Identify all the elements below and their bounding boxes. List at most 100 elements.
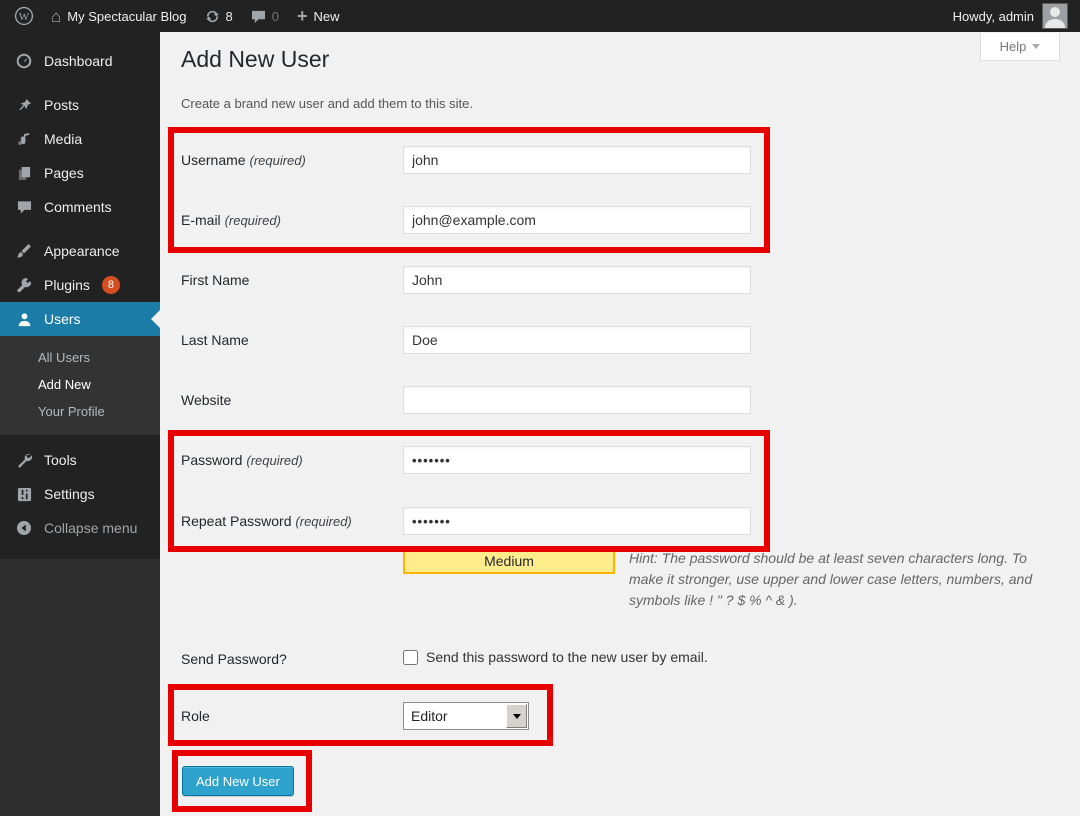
account-menu[interactable]: Howdy, admin bbox=[944, 0, 1068, 32]
comments-icon bbox=[14, 200, 34, 214]
sliders-icon bbox=[14, 487, 34, 502]
dashboard-icon bbox=[14, 53, 34, 69]
first-name-row: First Name bbox=[181, 266, 1041, 294]
username-input[interactable] bbox=[403, 146, 751, 174]
password-input[interactable] bbox=[403, 446, 751, 474]
repeat-password-input[interactable] bbox=[403, 507, 751, 535]
help-label: Help bbox=[1000, 39, 1027, 54]
home-icon: ⌂ bbox=[51, 8, 61, 25]
email-label: E-mail (required) bbox=[181, 206, 281, 235]
current-item-arrow-icon bbox=[142, 310, 160, 328]
comment-icon bbox=[251, 10, 266, 23]
submit-row: Add New User bbox=[181, 766, 1041, 798]
sidebar-item-pages[interactable]: Pages bbox=[0, 156, 160, 190]
username-row: Username (required) bbox=[181, 146, 1041, 174]
chevron-down-icon bbox=[513, 714, 521, 719]
site-link[interactable]: ⌂ My Spectacular Blog bbox=[42, 0, 196, 32]
sidebar-item-label: Plugins bbox=[44, 277, 90, 293]
sidebar-item-label: Posts bbox=[44, 97, 79, 113]
page-title: Add New User bbox=[181, 46, 329, 73]
wordpress-menu[interactable]: W bbox=[12, 0, 42, 32]
sidebar-item-add-new[interactable]: Add New bbox=[0, 371, 160, 398]
plugin-icon bbox=[14, 277, 34, 293]
chevron-down-icon bbox=[1032, 44, 1040, 49]
sidebar-item-tools[interactable]: Tools bbox=[0, 443, 160, 477]
website-label: Website bbox=[181, 386, 231, 414]
send-password-row: Send Password? Send this password to the… bbox=[181, 649, 1041, 669]
sidebar-item-all-users[interactable]: All Users bbox=[0, 344, 160, 371]
collapse-menu-button[interactable]: Collapse menu bbox=[0, 511, 160, 545]
comments-link[interactable]: 0 bbox=[242, 0, 288, 32]
wrench-icon bbox=[14, 452, 34, 468]
required-text: (required) bbox=[295, 514, 351, 529]
repeat-password-label: Repeat Password (required) bbox=[181, 507, 352, 536]
sidebar-item-label: Dashboard bbox=[44, 53, 113, 69]
new-content-link[interactable]: + New bbox=[288, 0, 349, 32]
menu-separator bbox=[0, 435, 160, 443]
label-text: Repeat Password bbox=[181, 513, 292, 529]
last-name-row: Last Name bbox=[181, 326, 1041, 354]
sidebar-item-users[interactable]: Users bbox=[0, 302, 160, 336]
update-count: 8 bbox=[226, 9, 233, 24]
send-password-checkbox[interactable] bbox=[403, 650, 418, 665]
admin-bar: W ⌂ My Spectacular Blog 8 0 + New Howdy,… bbox=[0, 0, 1080, 32]
brush-icon bbox=[14, 243, 34, 259]
menu-separator bbox=[0, 78, 160, 88]
password-label: Password (required) bbox=[181, 446, 303, 475]
last-name-input[interactable] bbox=[403, 326, 751, 354]
select-dropdown-button[interactable] bbox=[506, 704, 527, 728]
wordpress-logo-icon: W bbox=[14, 6, 34, 26]
role-select[interactable]: Editor bbox=[403, 702, 529, 730]
admin-menu: Dashboard Posts Media bbox=[0, 32, 160, 559]
sidebar-item-settings[interactable]: Settings bbox=[0, 477, 160, 511]
users-icon bbox=[14, 312, 34, 327]
comment-count: 0 bbox=[272, 9, 279, 24]
sidebar-item-label: Collapse menu bbox=[44, 520, 137, 536]
sidebar-item-posts[interactable]: Posts bbox=[0, 88, 160, 122]
site-name: My Spectacular Blog bbox=[67, 9, 186, 24]
sidebar-item-your-profile[interactable]: Your Profile bbox=[0, 398, 160, 425]
add-new-user-button[interactable]: Add New User bbox=[182, 766, 294, 796]
submenu-item-label: Add New bbox=[38, 377, 91, 392]
sidebar-item-media[interactable]: Media bbox=[0, 122, 160, 156]
send-password-label: Send Password? bbox=[181, 649, 287, 669]
label-text: E-mail bbox=[181, 212, 221, 228]
updates-link[interactable]: 8 bbox=[196, 0, 242, 32]
repeat-password-row: Repeat Password (required) bbox=[181, 507, 1041, 535]
submenu-item-label: All Users bbox=[38, 350, 90, 365]
role-row: Role Editor bbox=[181, 702, 1041, 730]
sidebar-item-plugins[interactable]: Plugins 8 bbox=[0, 268, 160, 302]
sidebar-item-comments[interactable]: Comments bbox=[0, 190, 160, 224]
required-text: (required) bbox=[246, 453, 302, 468]
menu-separator bbox=[0, 224, 160, 234]
collapse-icon bbox=[14, 520, 34, 536]
first-name-input[interactable] bbox=[403, 266, 751, 294]
sidebar-item-dashboard[interactable]: Dashboard bbox=[0, 44, 160, 78]
sidebar-item-label: Settings bbox=[44, 486, 95, 502]
media-icon bbox=[14, 132, 34, 147]
password-hint: Hint: The password should be at least se… bbox=[629, 550, 1032, 608]
svg-text:W: W bbox=[19, 11, 30, 23]
role-selected-value: Editor bbox=[404, 708, 506, 724]
users-submenu: All Users Add New Your Profile bbox=[0, 336, 160, 435]
first-name-label: First Name bbox=[181, 266, 249, 294]
help-button[interactable]: Help bbox=[980, 33, 1060, 61]
role-label: Role bbox=[181, 702, 210, 730]
sidebar-item-label: Pages bbox=[44, 165, 84, 181]
required-text: (required) bbox=[225, 213, 281, 228]
required-text: (required) bbox=[249, 153, 305, 168]
admin-sidebar: Dashboard Posts Media bbox=[0, 32, 160, 816]
send-password-group: Send this password to the new user by em… bbox=[403, 649, 708, 665]
password-strength-section: Medium Hint: The password should be at l… bbox=[403, 548, 1039, 611]
email-field[interactable] bbox=[403, 206, 751, 234]
sidebar-item-label: Appearance bbox=[44, 243, 120, 259]
sidebar-item-label: Comments bbox=[44, 199, 112, 215]
website-input[interactable] bbox=[403, 386, 751, 414]
howdy-text: Howdy, admin bbox=[953, 9, 1034, 24]
last-name-label: Last Name bbox=[181, 326, 249, 354]
sidebar-item-appearance[interactable]: Appearance bbox=[0, 234, 160, 268]
password-strength-meter: Medium bbox=[403, 548, 615, 574]
sidebar-item-label: Media bbox=[44, 131, 82, 147]
sidebar-item-label: Tools bbox=[44, 452, 77, 468]
send-password-checkbox-label: Send this password to the new user by em… bbox=[426, 649, 708, 665]
